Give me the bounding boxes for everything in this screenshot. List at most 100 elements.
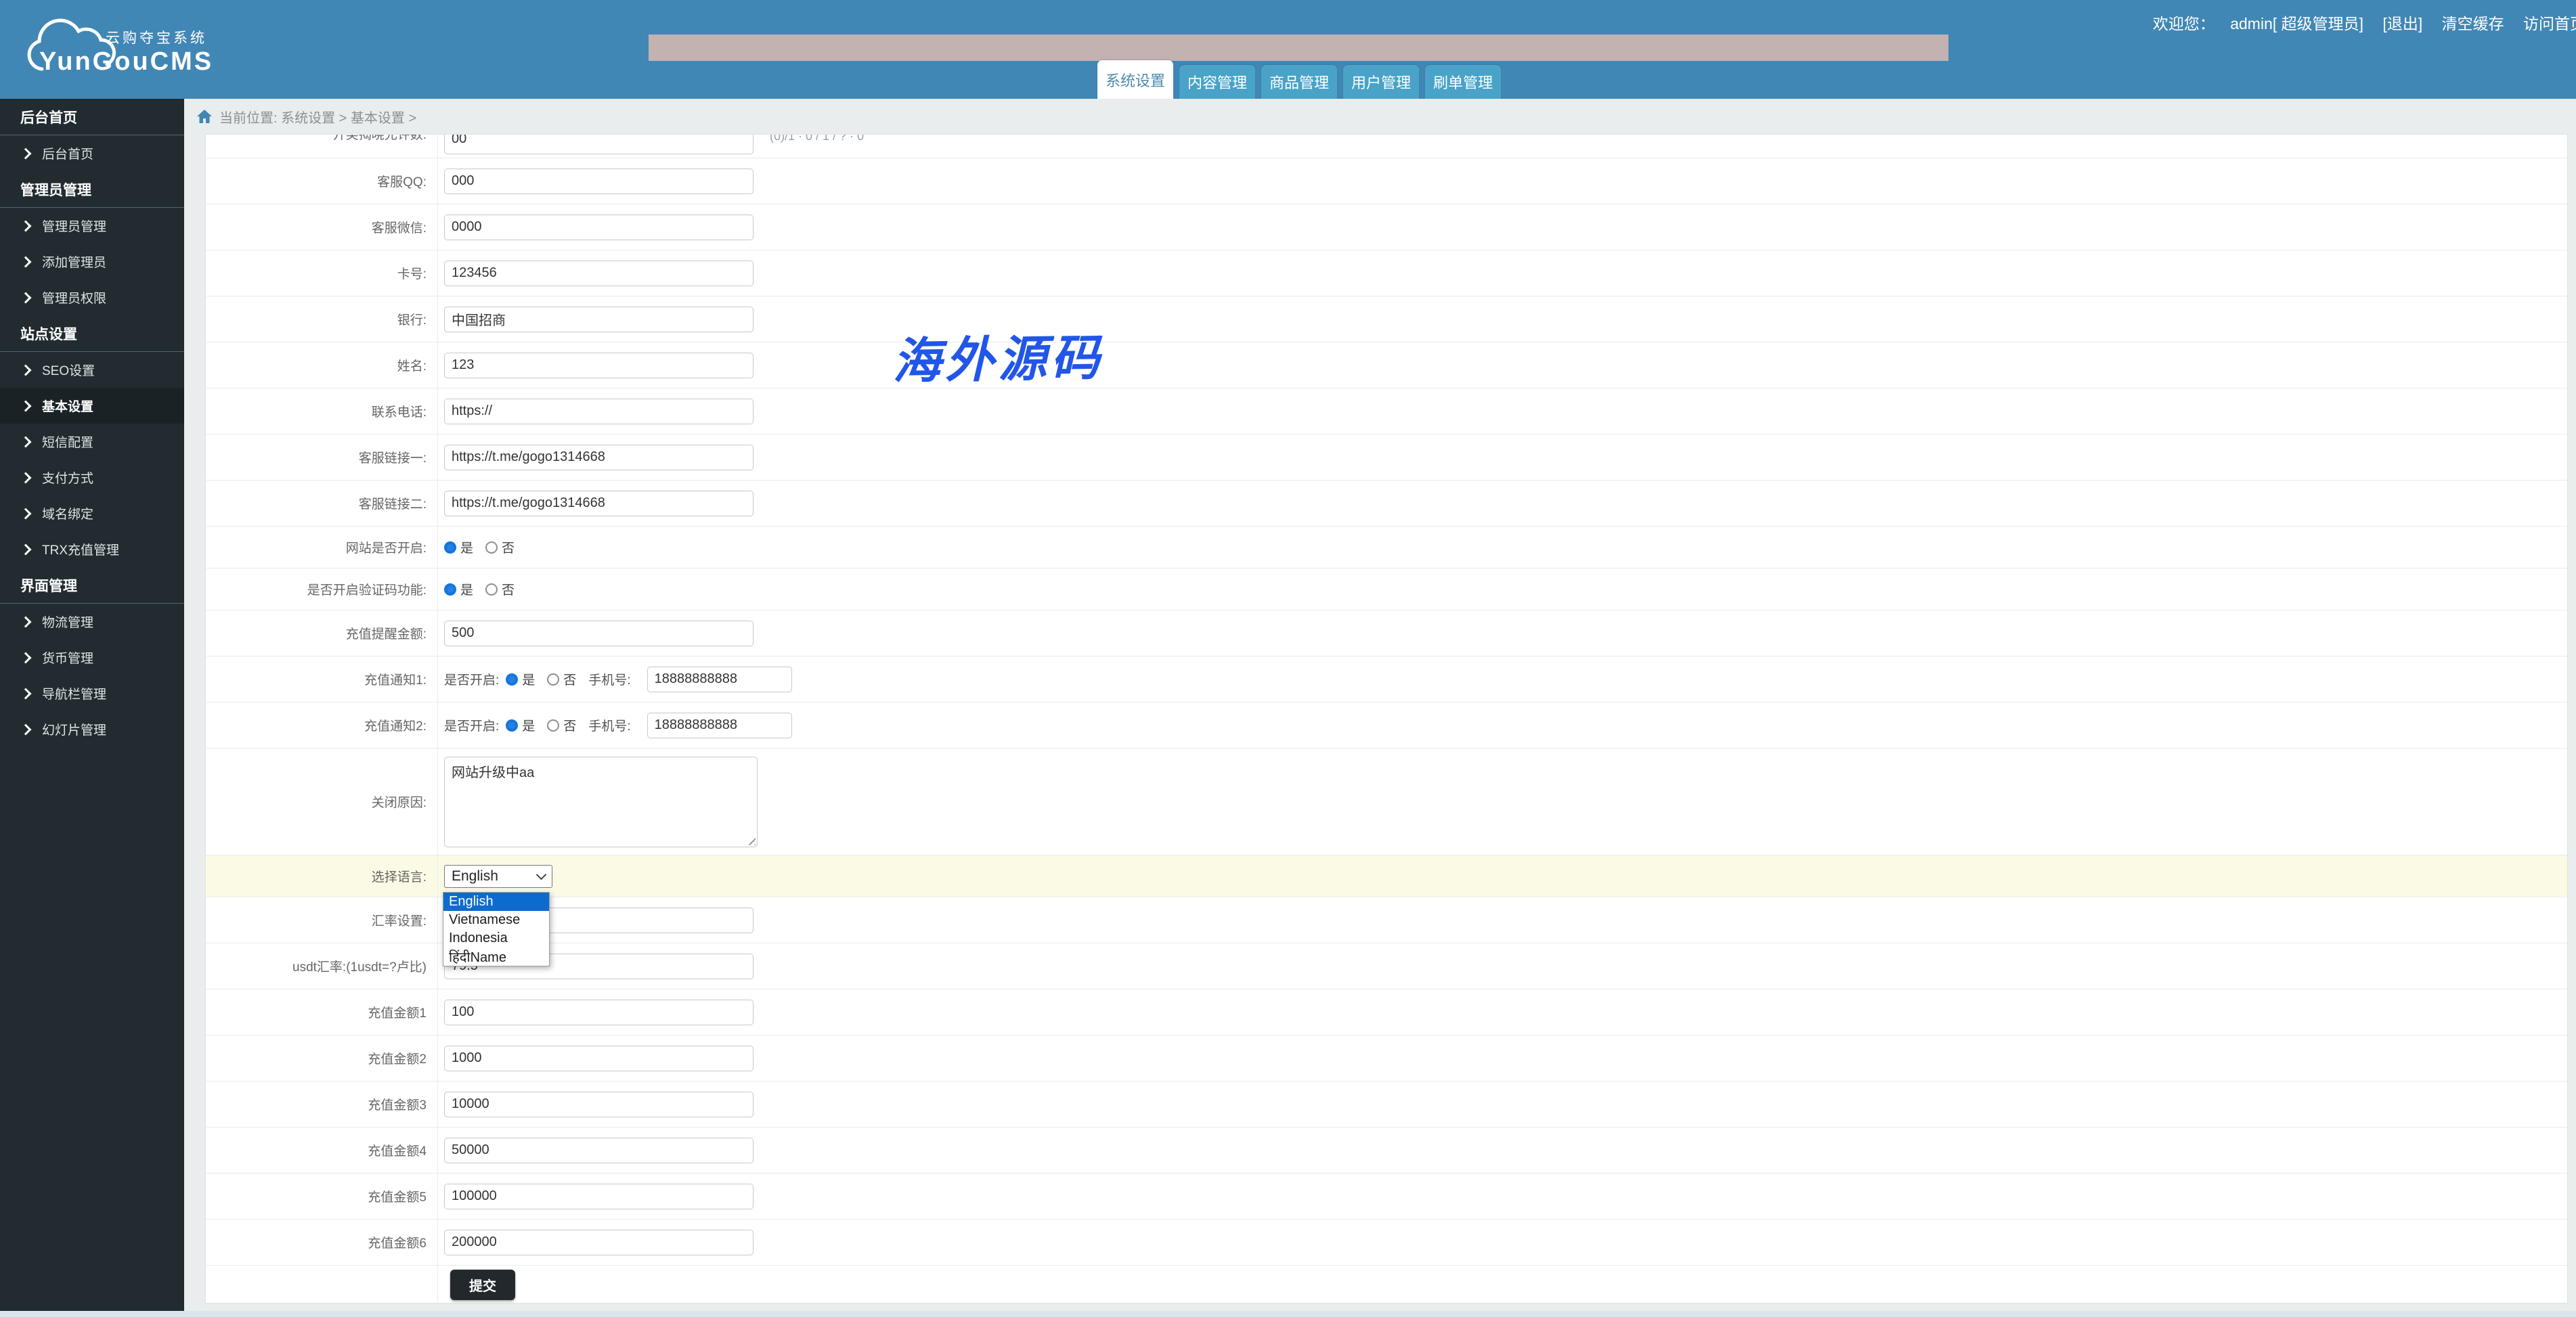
sidebar-section-title: 站点设置: [0, 315, 184, 352]
submit-button[interactable]: 提交: [450, 1270, 515, 1300]
form-label-text: 联系电话:: [372, 402, 427, 420]
tab-user-management[interactable]: 用户管理: [1343, 65, 1419, 99]
watermark-text: 海外源码: [892, 317, 1104, 392]
form-value: https://: [438, 388, 2567, 434]
tab-product-management[interactable]: 商品管理: [1261, 65, 1337, 99]
language-option[interactable]: Indonesia: [443, 929, 549, 947]
text-input[interactable]: https://: [444, 399, 754, 424]
chevron-down-icon: [536, 870, 547, 880]
visit-site-link[interactable]: 访问首页: [2523, 15, 2576, 32]
radio-selected[interactable]: [506, 673, 518, 686]
sidebar-item-basic-settings[interactable]: 基本设置: [0, 388, 184, 424]
language-select[interactable]: English: [444, 865, 552, 888]
form-value: 123: [438, 342, 2567, 388]
radio-label[interactable]: 是: [460, 538, 473, 556]
tab-order-brush-management[interactable]: 刷单管理: [1425, 65, 1501, 99]
text-input[interactable]: https://t.me/gogo1314668: [444, 445, 754, 470]
sidebar-item-logistics[interactable]: 物流管理: [0, 604, 184, 640]
form-value: 0000: [438, 204, 2567, 250]
form-value: 100: [438, 989, 2567, 1035]
home-icon[interactable]: [196, 109, 213, 124]
form-value: 是否: [438, 527, 2567, 568]
radio-selected[interactable]: [444, 541, 456, 554]
phone-input[interactable]: 18888888888: [647, 667, 792, 692]
form-label: 汇率设置:: [206, 897, 438, 943]
field-hint: (0)/1 · 0 / 1 / ? · 0: [770, 135, 864, 143]
text-input[interactable]: 200000: [444, 1230, 754, 1255]
sidebar-item-admin-management[interactable]: 管理员管理: [0, 208, 184, 244]
chevron-right-icon: [20, 292, 32, 303]
text-input[interactable]: 500: [444, 621, 754, 646]
tab-content-management[interactable]: 内容管理: [1179, 65, 1255, 99]
radio-selected[interactable]: [444, 583, 456, 596]
text-input[interactable]: 1000: [444, 1046, 754, 1071]
text-input[interactable]: 50000: [444, 1138, 754, 1163]
sidebar-item-navbar[interactable]: 导航栏管理: [0, 675, 184, 711]
text-input[interactable]: 123456: [444, 261, 754, 286]
radio-label[interactable]: 否: [563, 716, 576, 734]
footer-band: [0, 1311, 2576, 1317]
language-option[interactable]: English: [443, 893, 549, 911]
radio-label[interactable]: 否: [502, 538, 515, 556]
language-option[interactable]: हिंदीName: [443, 947, 549, 966]
sidebar-item-seo-settings[interactable]: SEO设置: [0, 352, 184, 388]
sidebar-item-label: 域名绑定: [42, 504, 93, 522]
sidebar-item-label: 基本设置: [42, 397, 93, 415]
text-input[interactable]: 123: [444, 353, 754, 378]
clear-cache-link[interactable]: 清空缓存: [2442, 15, 2504, 32]
sidebar-item-domain-binding[interactable]: 域名绑定: [0, 495, 184, 531]
radio-label[interactable]: 是: [460, 580, 473, 598]
sidebar-item-sms-config[interactable]: 短信配置: [0, 424, 184, 460]
tab-system-settings[interactable]: 系统设置: [1097, 60, 1173, 99]
sidebar-item-slideshow[interactable]: 幻灯片管理: [0, 711, 184, 747]
language-option[interactable]: Vietnamese: [443, 911, 549, 929]
form-label: 姓名:: [206, 342, 438, 388]
form-label: 充值金额4: [206, 1128, 438, 1173]
form-row-text: 客服QQ:000: [206, 158, 2567, 204]
settings-form-panel: 开奖揭晓允许数: 00 (0)/1 · 0 / 1 / ? · 0 客服QQ:0…: [205, 134, 2568, 1303]
input-value: 100: [452, 1004, 474, 1020]
form-row-text: 银行:中国招商: [206, 296, 2567, 342]
form-label: 充值金额2: [206, 1035, 438, 1081]
close-reason-textarea[interactable]: 网站升级中aa: [444, 757, 758, 847]
sidebar-item-dashboard[interactable]: 后台首页: [0, 135, 184, 171]
form-label-text: 充值金额1: [368, 1003, 427, 1021]
input-value: https://: [452, 403, 492, 419]
form-label-text: 姓名:: [397, 356, 427, 374]
text-input[interactable]: 00: [444, 135, 754, 154]
radio-label[interactable]: 否: [563, 670, 576, 688]
form-value: 是否开启:是否手机号:18888888888: [438, 702, 2567, 748]
text-input[interactable]: 中国招商: [444, 307, 754, 332]
radio-unselected[interactable]: [485, 583, 498, 596]
radio-label[interactable]: 是: [522, 716, 535, 734]
radio-unselected[interactable]: [547, 719, 559, 732]
form-value: 00 (0)/1 · 0 / 1 / ? · 0: [438, 135, 2567, 158]
radio-label[interactable]: 否: [502, 580, 515, 598]
text-input[interactable]: 100000: [444, 1184, 754, 1209]
radio-unselected[interactable]: [547, 673, 559, 686]
text-input[interactable]: 000: [444, 169, 754, 194]
radio-selected[interactable]: [506, 719, 518, 732]
radio-unselected[interactable]: [485, 541, 498, 554]
text-input[interactable]: 100: [444, 1000, 754, 1025]
sidebar-item-currency[interactable]: 货币管理: [0, 640, 184, 675]
sidebar-item-add-admin[interactable]: 添加管理员: [0, 244, 184, 280]
text-input[interactable]: 0000: [444, 215, 754, 240]
notice-bar: [649, 35, 1948, 61]
form-label: 充值金额5: [206, 1174, 438, 1219]
text-input[interactable]: 10000: [444, 1092, 754, 1117]
phone-label: 手机号:: [588, 716, 630, 734]
form-row-select: 选择语言:English: [206, 855, 2567, 897]
radio-label[interactable]: 是: [522, 670, 535, 688]
sidebar-item-admin-permissions[interactable]: 管理员权限: [0, 280, 184, 315]
sidebar-item-payment-methods[interactable]: 支付方式: [0, 460, 184, 495]
phone-input[interactable]: 18888888888: [647, 713, 792, 738]
sidebar-item-label: 物流管理: [42, 612, 93, 631]
text-input[interactable]: https://t.me/gogo1314668: [444, 491, 754, 516]
sidebar-item-trx-recharge[interactable]: TRX充值管理: [0, 531, 184, 567]
form-label: 充值金额6: [206, 1220, 438, 1265]
logout-link[interactable]: [退出]: [2382, 15, 2422, 32]
chevron-right-icon: [20, 220, 32, 231]
form-value: 79.5: [438, 943, 2567, 989]
form-value: 200000: [438, 1220, 2567, 1265]
